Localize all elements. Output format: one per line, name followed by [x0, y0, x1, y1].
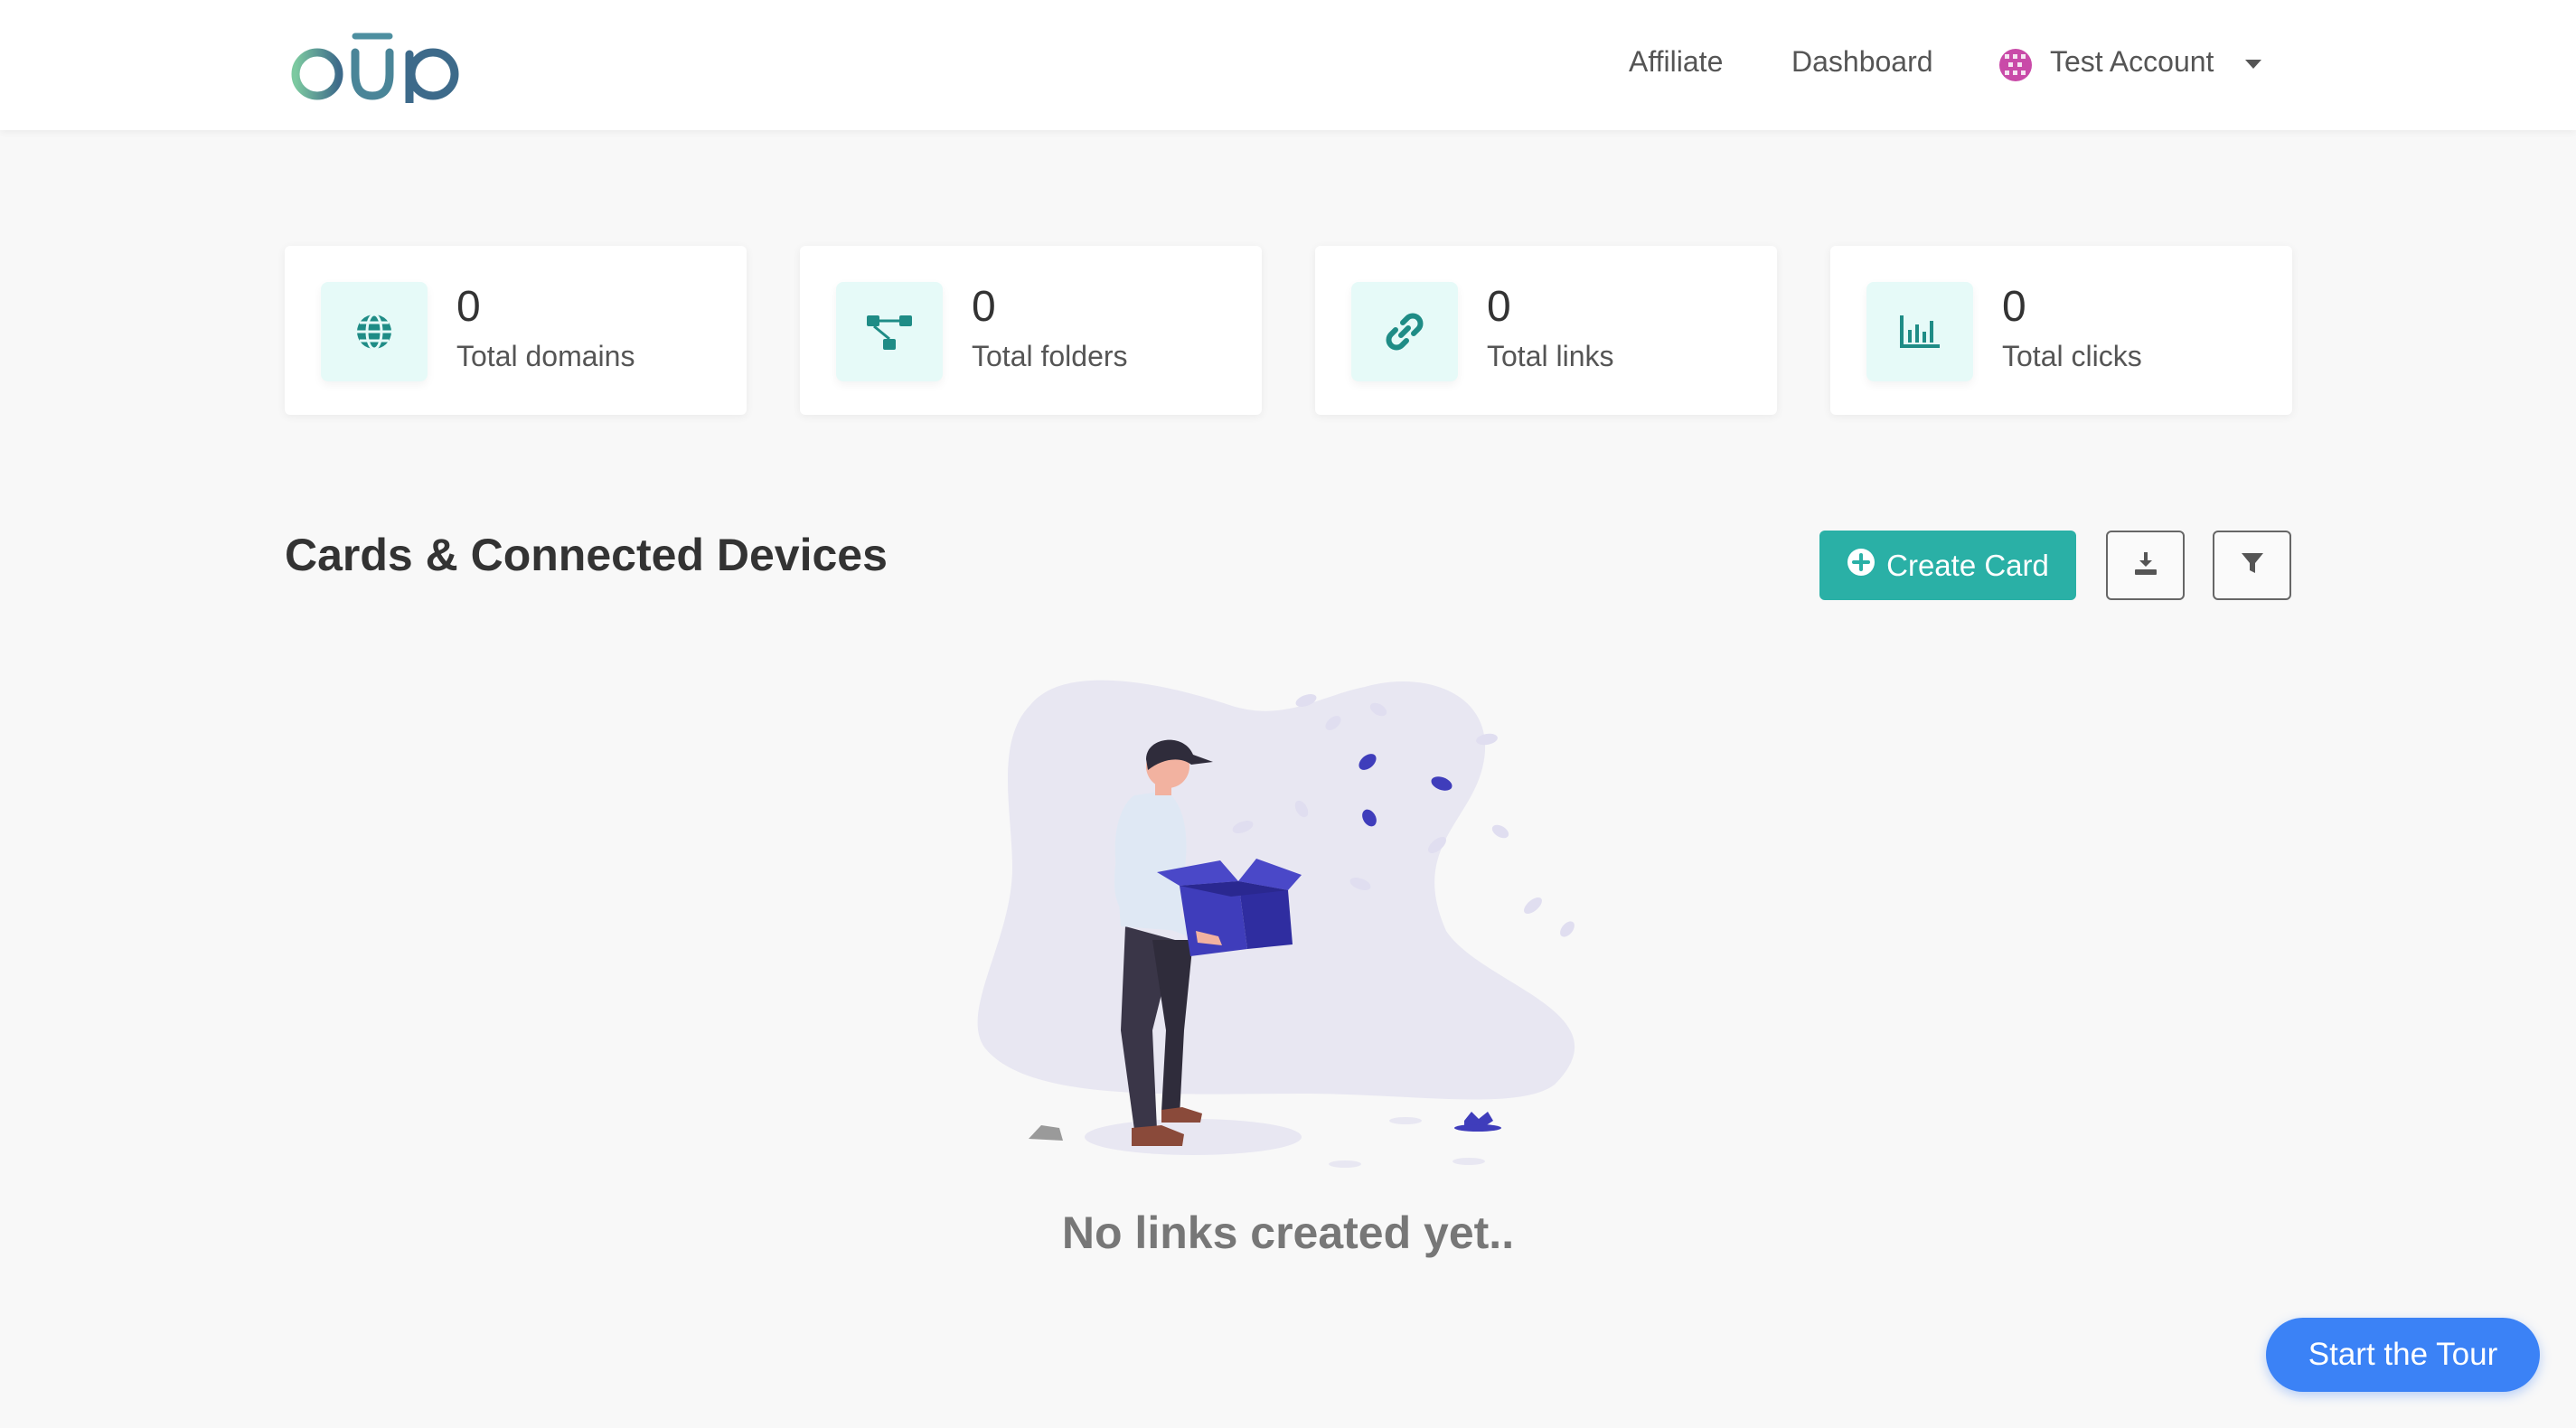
link-icon — [1351, 282, 1458, 381]
stat-value: 0 — [456, 283, 481, 331]
stat-label: Total domains — [456, 340, 635, 372]
section-title: Cards & Connected Devices — [285, 530, 888, 580]
stat-label: Total links — [1487, 340, 1614, 372]
folder-tree-icon — [836, 282, 943, 381]
create-card-label: Create Card — [1886, 548, 2049, 582]
stat-card-folders: 0 Total folders — [800, 246, 1262, 415]
bup-logo[interactable] — [283, 27, 464, 108]
stat-label: Total clicks — [2002, 340, 2142, 372]
nav-link-dashboard[interactable]: Dashboard — [1791, 45, 1933, 79]
create-card-button[interactable]: Create Card — [1819, 531, 2076, 600]
start-tour-button[interactable]: Start the Tour — [2266, 1318, 2540, 1392]
download-button[interactable] — [2106, 531, 2185, 600]
stat-card-links: 0 Total links — [1315, 246, 1777, 415]
nav-link-affiliate[interactable]: Affiliate — [1629, 45, 1723, 79]
globe-icon — [321, 282, 428, 381]
stat-value: 0 — [2002, 283, 2026, 331]
stat-value: 0 — [1487, 283, 1511, 331]
bar-chart-icon — [1866, 282, 1973, 381]
empty-state-message: No links created yet.. — [1061, 1207, 1515, 1258]
empty-box-illustration — [976, 669, 1609, 1175]
account-menu-toggle[interactable]: Test Account — [2050, 45, 2214, 79]
download-icon — [2132, 550, 2159, 581]
stat-value: 0 — [972, 283, 996, 331]
stat-card-clicks: 0 Total clicks — [1830, 246, 2292, 415]
top-navbar: Affiliate Dashboard Test Account — [0, 0, 2576, 130]
account-avatar-icon[interactable] — [1998, 47, 2034, 83]
chevron-down-icon[interactable] — [2245, 60, 2261, 69]
filter-icon — [2239, 550, 2266, 581]
stat-card-domains: 0 Total domains — [285, 246, 747, 415]
filter-button[interactable] — [2213, 531, 2291, 600]
stat-label: Total folders — [972, 340, 1128, 372]
plus-circle-icon — [1847, 548, 1876, 584]
